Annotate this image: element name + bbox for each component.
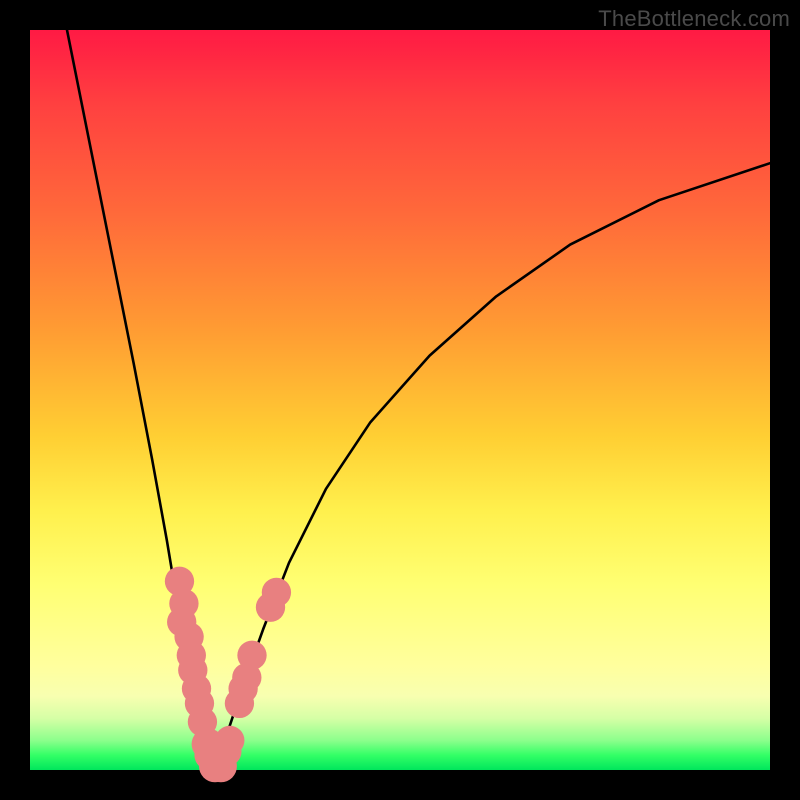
chart-frame: TheBottleneck.com — [0, 0, 800, 800]
series-right-branch — [215, 163, 770, 770]
marker-layer — [165, 567, 291, 783]
marker-point — [237, 641, 266, 670]
chart-svg — [30, 30, 770, 770]
marker-point — [262, 578, 291, 607]
marker-point — [215, 726, 244, 755]
curve-layer — [67, 30, 770, 770]
plot-area — [30, 30, 770, 770]
watermark-text: TheBottleneck.com — [598, 6, 790, 32]
